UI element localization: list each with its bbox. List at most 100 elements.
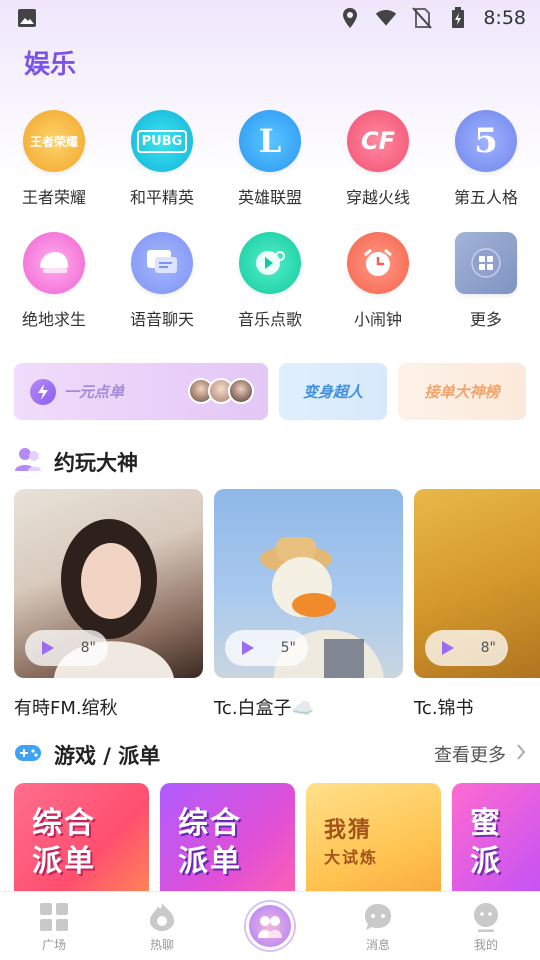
voice-duration: 8"	[80, 640, 96, 656]
tile-title: 蜜	[470, 806, 502, 841]
pubg-icon: PUBG	[131, 110, 193, 172]
voice-preview-button[interactable]: 5"	[225, 630, 308, 666]
game-tile[interactable]: 我猜 大试炼	[306, 783, 441, 891]
player-name: Tc.白盒子☁️	[214, 698, 314, 719]
game-tiles: 综合 派单 综合 派单 我猜 大试炼 蜜 派	[14, 783, 540, 891]
voice-preview-button[interactable]: 8"	[25, 630, 108, 666]
more-grid-icon	[455, 232, 517, 294]
gallery-icon	[16, 7, 38, 29]
app-more[interactable]: 更多	[432, 232, 540, 330]
league-of-legends-icon: L	[239, 110, 301, 172]
app-label: 英雄联盟	[237, 188, 302, 207]
flame-chat-icon	[150, 903, 174, 931]
app-music[interactable]: 音乐点歌	[216, 232, 324, 330]
chevron-right-icon	[516, 743, 526, 765]
tile-subtitle: 派	[470, 844, 502, 879]
voice-duration: 8"	[480, 640, 496, 656]
players-section-header: 约玩大神	[14, 446, 138, 478]
app-label: 和平精英	[129, 188, 194, 207]
music-icon	[239, 232, 301, 294]
square-grid-icon	[40, 903, 68, 931]
ranking-banner[interactable]: 接单大神榜	[398, 363, 526, 420]
alarm-clock-icon	[347, 232, 409, 294]
page-title: 娱乐	[24, 50, 77, 80]
app-league-of-legends[interactable]: L 英雄联盟	[216, 110, 324, 208]
nav-messages[interactable]: 消息	[324, 892, 432, 960]
game-tile[interactable]: 蜜 派	[452, 783, 540, 891]
people-icon	[14, 446, 42, 478]
app-label: 音乐点歌	[237, 310, 302, 329]
status-bar: 8:58	[0, 0, 540, 36]
banner-label: 接单大神榜	[424, 383, 500, 401]
voice-duration: 5"	[280, 640, 296, 656]
app-crossfire[interactable]: CF 穿越火线	[324, 110, 432, 208]
profile-icon	[474, 903, 498, 932]
banner-label: 一元点单	[64, 383, 125, 401]
play-icon	[442, 641, 454, 655]
player-cards: 8" 有時FM.绾秋 5" Tc.白盒子☁️ 8" Tc.锦书	[14, 489, 540, 729]
player-card[interactable]: 8" 有時FM.绾秋	[14, 489, 203, 720]
player-name: Tc.锦书	[414, 698, 474, 719]
lightning-icon	[30, 378, 56, 405]
nav-hot-chat[interactable]: 热聊	[108, 892, 216, 960]
app-label: 小闹钟	[353, 310, 402, 329]
center-couple-icon	[246, 902, 294, 950]
tile-title: 我猜	[324, 818, 373, 843]
app-label: 穿越火线	[345, 188, 410, 207]
location-icon	[339, 7, 361, 29]
tile-subtitle: 大试炼	[324, 848, 379, 867]
crossfire-icon: CF	[347, 110, 409, 172]
games-section-header: 游戏 / 派单	[14, 740, 160, 770]
app-identity-v[interactable]: 5 第五人格	[432, 110, 540, 208]
app-label: 语音聊天	[129, 310, 194, 329]
section-title: 约玩大神	[54, 451, 138, 475]
app-alarm-clock[interactable]: 小闹钟	[324, 232, 432, 330]
battery-charging-icon	[447, 7, 469, 29]
helmet-icon	[23, 232, 85, 294]
app-pubg[interactable]: PUBG 和平精英	[108, 110, 216, 208]
tile-title: 综合	[32, 806, 96, 841]
banner-label: 变身超人	[302, 383, 363, 401]
player-photo: 5"	[214, 489, 403, 678]
one-yuan-order-banner[interactable]: 一元点单	[14, 363, 268, 420]
bottom-nav: 广场 热聊 消息 我的	[0, 891, 540, 960]
nav-label: 消息	[365, 938, 390, 952]
tile-subtitle: 派单	[32, 844, 96, 879]
tile-subtitle: 派单	[178, 844, 242, 879]
nav-label: 我的	[473, 938, 498, 952]
nav-center[interactable]	[216, 892, 324, 960]
app-label: 更多	[469, 310, 502, 329]
player-card[interactable]: 5" Tc.白盒子☁️	[214, 489, 403, 720]
section-title: 游戏 / 派单	[54, 744, 161, 768]
player-photo: 8"	[414, 489, 540, 678]
game-tile[interactable]: 综合 派单	[160, 783, 295, 891]
chat-bubble-icon	[131, 232, 193, 294]
game-tile[interactable]: 综合 派单	[14, 783, 149, 891]
play-icon	[42, 641, 54, 655]
identity-v-icon: 5	[455, 110, 517, 172]
player-card[interactable]: 8" Tc.锦书	[414, 489, 540, 720]
app-label: 王者荣耀	[21, 188, 86, 207]
see-more-label: 查看更多	[434, 745, 506, 766]
status-time: 8:58	[483, 7, 526, 29]
app-honor-of-kings[interactable]: 王者荣耀 王者荣耀	[0, 110, 108, 208]
see-more-link[interactable]: 查看更多	[434, 741, 526, 767]
avatar	[228, 378, 254, 404]
wifi-icon	[375, 7, 397, 29]
transform-banner[interactable]: 变身超人	[279, 363, 387, 420]
tile-title: 综合	[178, 806, 242, 841]
no-sim-icon	[411, 7, 433, 29]
app-voice-chat[interactable]: 语音聊天	[108, 232, 216, 330]
voice-preview-button[interactable]: 8"	[425, 630, 508, 666]
app-label: 绝地求生	[21, 310, 86, 329]
message-icon	[365, 904, 391, 930]
nav-label: 广场	[41, 938, 66, 952]
nav-square[interactable]: 广场	[0, 892, 108, 960]
nav-profile[interactable]: 我的	[432, 892, 540, 960]
play-icon	[242, 641, 254, 655]
player-name: 有時FM.绾秋	[14, 698, 118, 719]
app-label: 第五人格	[453, 188, 518, 207]
player-photo: 8"	[14, 489, 203, 678]
app-pubg-steam[interactable]: 绝地求生	[0, 232, 108, 330]
nav-label: 热聊	[149, 938, 174, 952]
